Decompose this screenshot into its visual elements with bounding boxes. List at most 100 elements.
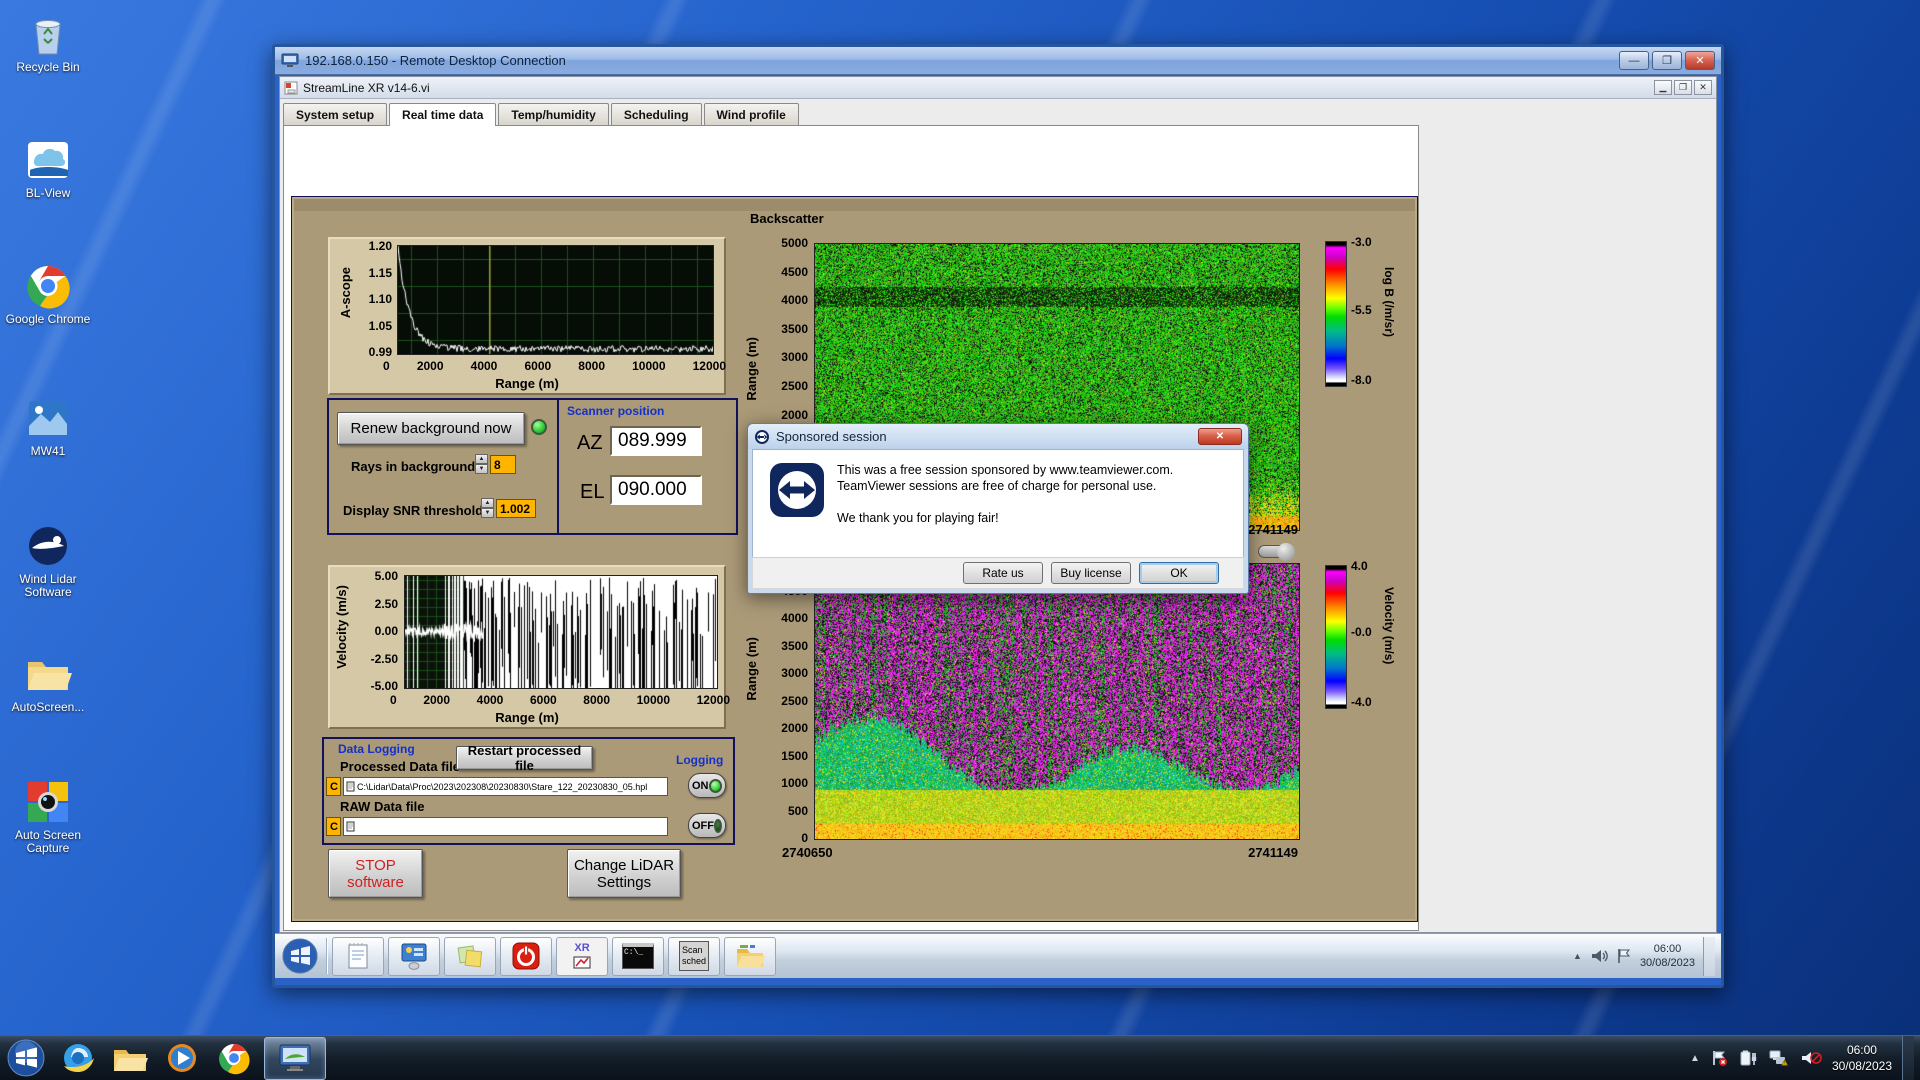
tick-label: 2000 xyxy=(781,721,808,735)
remote-speaker-icon[interactable] xyxy=(1590,948,1608,964)
snr-value[interactable]: 1.002 xyxy=(496,499,536,518)
rdp-minimize-button[interactable]: — xyxy=(1619,51,1649,70)
power-battery-icon[interactable] xyxy=(1738,1049,1758,1067)
rate-us-button[interactable]: Rate us xyxy=(963,562,1043,584)
clock-date: 30/08/2023 xyxy=(1832,1058,1892,1074)
tab-real-time-data[interactable]: Real time data xyxy=(389,103,496,126)
raw-logging-toggle[interactable]: OFF xyxy=(688,813,726,838)
show-desktop-button[interactable] xyxy=(1902,1036,1914,1080)
taskbar-rdp-window-button[interactable] xyxy=(264,1037,326,1080)
remote-clock[interactable]: 06:00 30/08/2023 xyxy=(1640,942,1695,970)
el-value[interactable]: 090.000 xyxy=(610,475,702,505)
tab-wind-profile[interactable]: Wind profile xyxy=(704,103,799,125)
change-lidar-settings-button[interactable]: Change LiDAR Settings xyxy=(567,849,681,898)
knob-handle[interactable] xyxy=(1277,543,1295,561)
ok-button[interactable]: OK xyxy=(1139,562,1219,584)
off-led xyxy=(714,819,722,833)
processed-path-field[interactable]: C:\Lidar\Data\Proc\2023\202308\20230830\… xyxy=(343,777,668,796)
taskbar-chrome-icon[interactable] xyxy=(208,1036,260,1080)
raw-data-file-label: RAW Data file xyxy=(340,799,425,814)
app-restore-button[interactable]: ❐ xyxy=(1674,80,1692,95)
ascope-y-axis-label: A-scope xyxy=(338,267,353,318)
velocity-plot[interactable] xyxy=(404,575,718,689)
velocity-colorbar-label: Velocity (m/s) xyxy=(1382,587,1396,664)
clock-time: 06:00 xyxy=(1832,1042,1892,1058)
remote-app-command-prompt[interactable]: C:\_ xyxy=(612,937,664,976)
file-icon xyxy=(346,821,355,832)
app-title-bar[interactable]: StreamLine XR v14-6.vi ▁ ❐ ✕ xyxy=(280,77,1716,99)
stop-line2: software xyxy=(347,874,404,891)
tick-label: 5.00 xyxy=(375,569,398,583)
remote-show-desktop-button[interactable] xyxy=(1703,937,1715,976)
tick-label: 5000 xyxy=(781,236,808,250)
rays-spinner[interactable]: ▲ ▼ xyxy=(475,454,488,474)
remote-app-streamline-xr[interactable]: XR xyxy=(556,937,608,976)
app-close-button[interactable]: ✕ xyxy=(1694,80,1712,95)
tray-expand-icon[interactable]: ▲ xyxy=(1690,1053,1700,1064)
app-minimize-button[interactable]: ▁ xyxy=(1654,80,1672,95)
processed-logging-toggle[interactable]: ON xyxy=(688,773,726,798)
remote-taskbar: XR C:\_ Scan sched ▲ 06:00 30/08/2023 xyxy=(275,933,1721,978)
az-value[interactable]: 089.999 xyxy=(610,426,702,456)
remote-app-explorer[interactable] xyxy=(724,937,776,976)
remote-tray-expand-icon[interactable]: ▲ xyxy=(1573,951,1582,961)
wind-lidar-icon xyxy=(24,522,72,570)
tab-scheduling[interactable]: Scheduling xyxy=(611,103,702,125)
volume-muted-icon[interactable] xyxy=(1800,1049,1822,1067)
velocity-x-end-label: 2741149 xyxy=(1208,845,1298,860)
tab-temp-humidity[interactable]: Temp/humidity xyxy=(498,103,608,125)
tick-label: 4000 xyxy=(477,693,504,707)
raw-drive-box[interactable]: C xyxy=(326,817,341,836)
stop-software-button[interactable]: STOP software xyxy=(328,849,423,898)
remote-app-display-settings[interactable] xyxy=(388,937,440,976)
buy-license-button[interactable]: Buy license xyxy=(1051,562,1131,584)
rays-value[interactable]: 8 xyxy=(490,455,516,474)
desktop-icon-mw41[interactable]: MW41 xyxy=(2,394,94,458)
tick-label: 4000 xyxy=(781,611,808,625)
desktop-icon-auto-screen-capture[interactable]: Auto Screen Capture xyxy=(2,778,94,855)
remote-app-sticky-notes[interactable] xyxy=(444,937,496,976)
taskbar-ie-icon[interactable] xyxy=(52,1036,104,1080)
desktop-icon-recycle-bin[interactable]: Recycle Bin xyxy=(2,10,94,74)
remote-app-scan-scheduler[interactable]: Scan sched xyxy=(668,937,720,976)
start-button[interactable] xyxy=(0,1036,52,1080)
taskbar-media-player-icon[interactable] xyxy=(156,1036,208,1080)
rdp-window-title: 192.168.0.150 - Remote Desktop Connectio… xyxy=(305,53,1616,68)
desktop-icon-wind-lidar[interactable]: Wind Lidar Software xyxy=(2,522,94,599)
taskbar-clock[interactable]: 06:00 30/08/2023 xyxy=(1832,1042,1892,1074)
remote-action-center-flag-icon[interactable] xyxy=(1616,948,1632,964)
velocity-heatmap-plot[interactable] xyxy=(814,563,1300,840)
taskbar-explorer-icon[interactable] xyxy=(104,1036,156,1080)
processed-drive-box[interactable]: C xyxy=(326,777,341,796)
remote-app-stop-power[interactable] xyxy=(500,937,552,976)
colorbar-tick: -0.0 xyxy=(1351,625,1372,639)
explorer-folder-icon xyxy=(734,942,766,970)
snr-spinner[interactable]: ▲ ▼ xyxy=(481,498,494,518)
colorbar-tick: 4.0 xyxy=(1351,559,1368,573)
desktop-icon-label: Recycle Bin xyxy=(2,61,94,74)
rdp-title-bar[interactable]: 192.168.0.150 - Remote Desktop Connectio… xyxy=(275,47,1721,75)
raw-path-field[interactable] xyxy=(343,817,668,836)
tab-system-setup[interactable]: System setup xyxy=(283,103,387,125)
colorbar-tick: -4.0 xyxy=(1351,695,1372,709)
ascope-plot[interactable] xyxy=(397,245,714,355)
remote-app-notepad[interactable] xyxy=(332,937,384,976)
renew-background-button[interactable]: Renew background now xyxy=(337,412,525,445)
svg-text:!: ! xyxy=(1784,1060,1785,1065)
rdp-close-button[interactable]: ✕ xyxy=(1685,51,1715,70)
desktop-icon-autoscreen-folder[interactable]: AutoScreen... xyxy=(2,650,94,714)
desktop-icon-google-chrome[interactable]: Google Chrome xyxy=(2,262,94,326)
remote-start-button[interactable] xyxy=(281,937,319,975)
restart-processed-file-button[interactable]: Restart processed file xyxy=(456,746,593,770)
dialog-title: Sponsored session xyxy=(776,429,887,444)
desktop-icon-bl-view[interactable]: BL-View xyxy=(2,136,94,200)
tick-label: 0 xyxy=(390,693,397,707)
time-scroll-knob[interactable] xyxy=(1258,545,1294,558)
dialog-title-bar[interactable]: Sponsored session ✕ xyxy=(748,424,1248,449)
velocity-y-axis-label: Velocity (m/s) xyxy=(334,585,349,669)
remote-clock-time: 06:00 xyxy=(1640,942,1695,956)
dialog-close-button[interactable]: ✕ xyxy=(1198,428,1242,445)
action-center-flag-icon[interactable] xyxy=(1710,1049,1728,1067)
rdp-maximize-button[interactable]: ❐ xyxy=(1652,51,1682,70)
network-status-icon[interactable]: ! xyxy=(1768,1049,1790,1067)
